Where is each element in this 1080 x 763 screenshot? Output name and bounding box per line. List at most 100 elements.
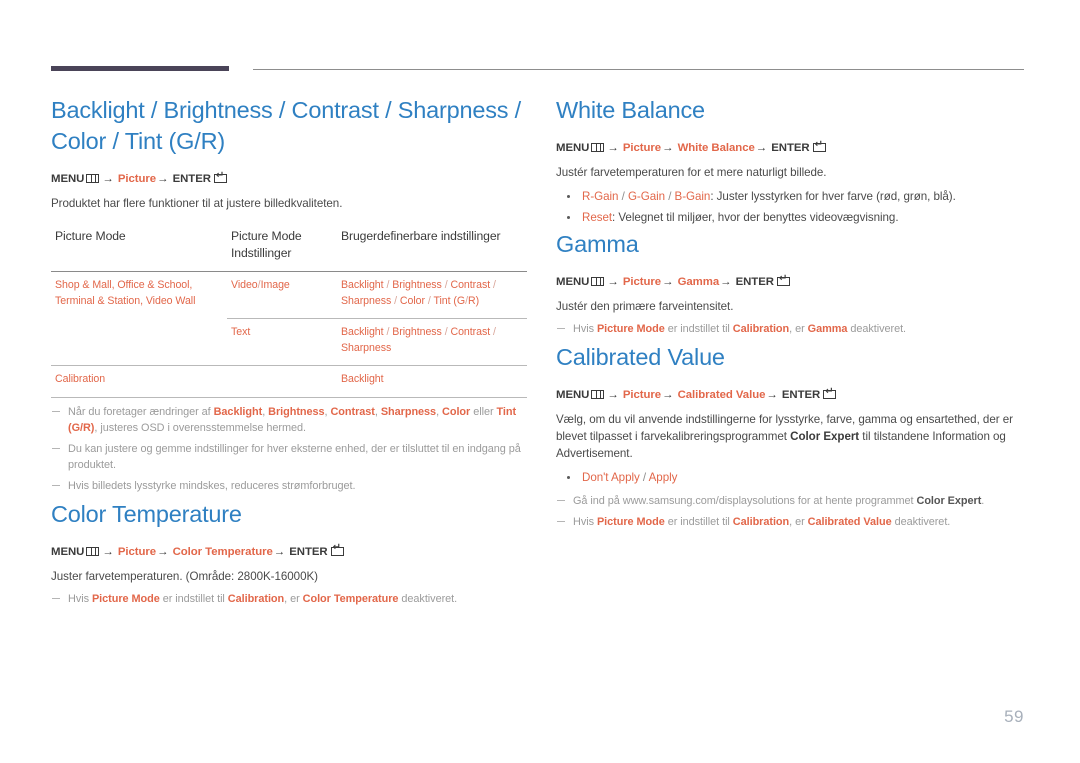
menu-grid-icon [86,174,100,183]
list-item: Don't Apply / Apply [556,468,1026,487]
path-root-picture: Picture [117,545,157,558]
notes-calibrated-value: Gå ind på www.samsung.com/displaysolutio… [556,493,1026,530]
enter-label: ENTER [781,389,821,401]
header-rule-line [253,69,1024,70]
notes-color-temperature: Hvis Picture Mode er indstillet til Cali… [51,591,529,607]
enter-key-icon [812,140,826,152]
path-arrow: → [766,389,778,401]
path-leaf-white-balance: White Balance [677,142,755,154]
left-column: Backlight / Brightness / Contrast / Shar… [51,95,529,612]
note-item: Hvis Picture Mode er indstillet til Cali… [51,591,529,607]
path-arrow: → [662,142,674,154]
path-root-picture: Picture [622,389,662,401]
menu-label: MENU [556,142,590,154]
notes-backlight: Når du foretager ændringer af Backlight,… [51,404,529,494]
menu-grid-icon [591,277,605,286]
path-arrow: → [662,389,674,401]
note-item: Hvis billedets lysstyrke mindskes, reduc… [51,478,529,494]
cell-custom-video-image: Backlight / Brightness / Contrast / Shar… [337,271,527,319]
menu-path-white-balance: MENU → Picture→ White Balance→ ENTER [556,140,1026,157]
enter-label: ENTER [735,276,774,288]
picture-mode-table: Picture Mode Picture Mode Indstillinger … [51,228,527,398]
path-arrow: → [755,142,768,154]
path-arrow: → [273,545,286,558]
path-arrow: → [720,276,732,288]
enter-key-icon [330,543,344,556]
enter-label: ENTER [289,545,328,558]
path-root-picture: Picture [622,276,662,288]
intro-white-balance: Justér farvetemperaturen for et mere nat… [556,166,827,179]
bullet-desc: : Juster lysstyrken for hver farve (rød,… [710,190,956,203]
bullet-desc: : Velegnet til miljøer, hvor der benytte… [612,211,899,224]
path-arrow: → [607,142,619,154]
cell-mode-calibration: Calibration [51,365,227,398]
table-row: Shop & Mall, Office & School, Terminal &… [51,271,527,366]
intro-gamma: Justér den primære farveintensitet. [556,300,734,313]
table-header-row: Picture Mode Picture Mode Indstillinger … [51,228,527,272]
note-item: Hvis Picture Mode er indstillet til Cali… [556,321,1026,337]
menu-label: MENU [556,389,590,401]
cell-setting-calibration [227,365,337,398]
menu-path-color-temperature: MENU → Picture→ Color Temperature→ ENTER [51,543,529,561]
enter-key-icon [823,387,837,399]
cell-mode-shop-mall: Shop & Mall, Office & School, Terminal &… [51,271,227,366]
note-item: Når du foretager ændringer af Backlight,… [51,404,529,436]
note-item: Gå ind på www.samsung.com/displaysolutio… [556,493,1026,509]
intro-backlight: Produktet har flere funktioner til at ju… [51,197,343,210]
section-title-calibrated-value: Calibrated Value [556,344,725,370]
list-item: R-Gain / G-Gain / B-Gain: Juster lysstyr… [556,187,1026,206]
section-title-white-balance: White Balance [556,97,705,123]
path-root-picture: Picture [622,142,662,154]
intro-calibrated-value: Vælg, om du vil anvende indstillingerne … [556,413,1013,460]
bullet-term-gains: R-Gain / G-Gain / B-Gain [582,190,711,203]
right-column: White Balance MENU → Picture→ White Balan… [556,95,1026,535]
menu-path-calibrated-value: MENU → Picture→ Calibrated Value→ ENTER [556,387,1026,404]
bullets-calibrated-value: Don't Apply / Apply [556,468,1026,487]
menu-label: MENU [51,545,85,558]
manual-page: Backlight / Brightness / Contrast / Shar… [0,0,1080,763]
header-rule-accent [51,66,229,71]
column-header-picture-mode: Picture Mode [55,229,126,243]
enter-label: ENTER [172,173,211,185]
intro-color-temperature: Juster farvetemperaturen. (Område: 2800K… [51,569,318,583]
cell-setting-text: Text [227,318,337,366]
menu-label: MENU [556,276,590,288]
bullet-term-apply: Don't Apply / Apply [582,471,678,484]
menu-path-backlight: MENU → Picture→ ENTER [51,171,529,188]
notes-gamma: Hvis Picture Mode er indstillet til Cali… [556,321,1026,337]
cell-custom-text: Backlight / Brightness / Contrast / Shar… [337,318,527,366]
menu-path-gamma: MENU → Picture→ Gamma→ ENTER [556,274,1026,291]
page-number: 59 [1004,707,1024,726]
column-header-custom-settings: Brugerdefinerbare indstillinger [341,229,501,243]
bullet-term-reset: Reset [582,211,613,224]
path-root-picture: Picture [117,173,157,185]
enter-label: ENTER [771,142,810,154]
menu-label: MENU [51,173,85,185]
note-item: Du kan justere og gemme indstillinger fo… [51,441,529,473]
path-leaf-color-temperature: Color Temperature [172,545,273,558]
path-arrow: → [157,173,169,185]
note-item: Hvis Picture Mode er indstillet til Cali… [556,514,1026,530]
table-row: Calibration Backlight [51,365,527,398]
cell-setting-video-image: Video/Image [227,271,337,319]
path-arrow: → [607,276,619,288]
path-arrow: → [607,389,619,401]
enter-key-icon [213,171,227,183]
cell-custom-calibration: Backlight [337,365,527,398]
menu-grid-icon [86,546,100,556]
path-arrow: → [662,276,674,288]
section-title-gamma: Gamma [556,231,639,257]
section-title-backlight: Backlight / Brightness / Contrast / Shar… [51,97,521,154]
list-item: Reset: Velegnet til miljøer, hvor der be… [556,208,1026,227]
menu-grid-icon [591,143,605,152]
column-header-picture-mode-settings: Picture Mode Indstillinger [231,229,302,260]
path-arrow: → [102,173,114,185]
enter-key-icon [776,274,790,286]
path-arrow: → [102,545,114,558]
path-arrow: → [157,545,169,558]
bullets-white-balance: R-Gain / G-Gain / B-Gain: Juster lysstyr… [556,187,1026,227]
section-title-color-temperature: Color Temperature [51,500,242,527]
menu-grid-icon [591,390,605,399]
path-leaf-calibrated-value: Calibrated Value [677,389,766,401]
path-leaf-gamma: Gamma [677,276,720,288]
